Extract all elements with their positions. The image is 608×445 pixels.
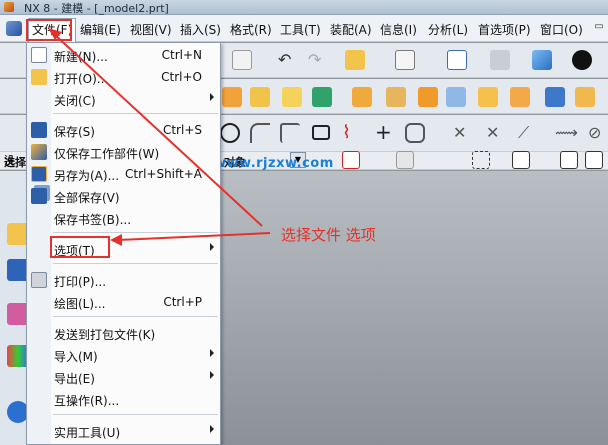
annotation-text: 选择文件 选项 (281, 226, 376, 244)
annotation-arrow-to-options (117, 232, 271, 241)
arrowhead-options (110, 234, 122, 246)
annotation-arrow-to-file (53, 33, 263, 227)
annotation-arrows (48, 28, 271, 246)
